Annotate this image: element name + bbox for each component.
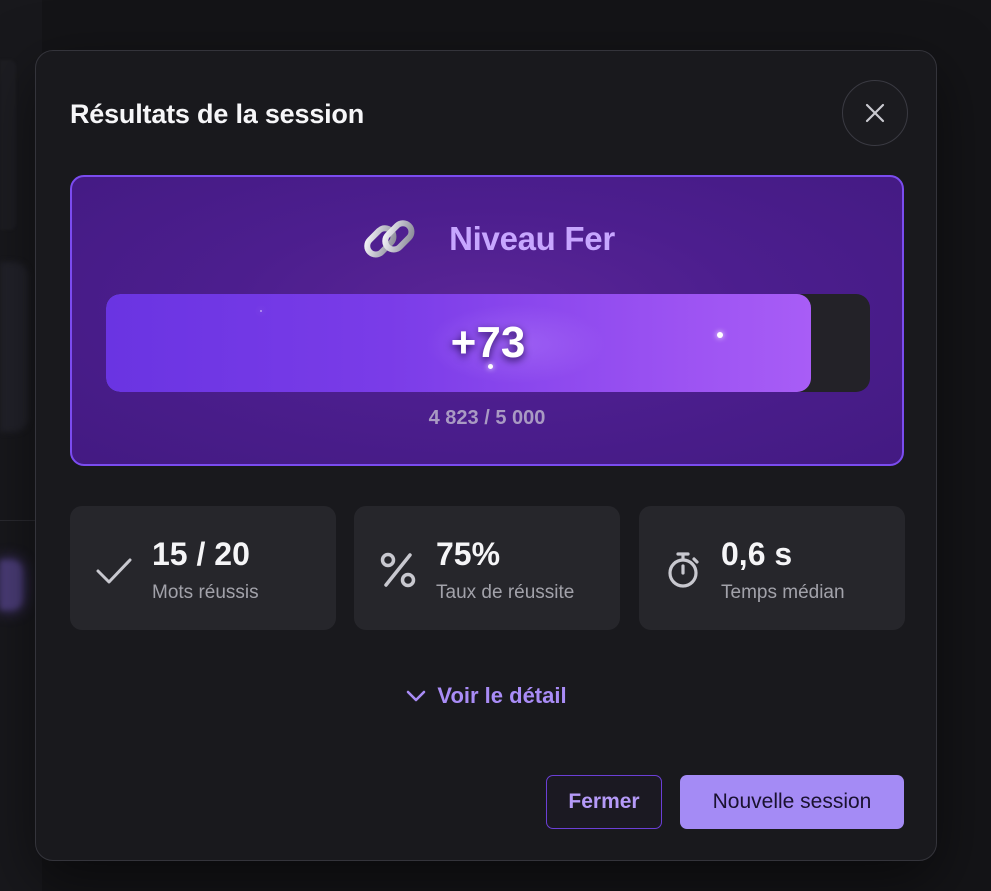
- level-name: Niveau Fer: [449, 220, 615, 257]
- background-panel: [0, 60, 16, 230]
- stat-words-succeeded: 15 / 20 Mots réussis: [70, 506, 336, 630]
- close-button[interactable]: [842, 80, 908, 146]
- modal-title: Résultats de la session: [70, 99, 365, 129]
- xp-gain: +73: [450, 318, 526, 367]
- percent-icon: [376, 548, 420, 592]
- level-progress-bar: +73: [106, 294, 870, 392]
- check-icon: [92, 548, 136, 592]
- close-icon: [865, 103, 885, 123]
- stat-median-time: 0,6 s Temps médian: [639, 506, 905, 630]
- chevron-down-icon: [407, 690, 426, 702]
- stat-label: Mots réussis: [152, 582, 259, 603]
- level-progress-text: 4 823 / 5 000: [428, 407, 546, 429]
- level-header: Niveau Fer: [72, 207, 902, 271]
- background-active-item: [0, 560, 22, 610]
- stat-value: 75%: [436, 536, 501, 572]
- session-results-modal: Résultats de la session Niveau Fer +73 4…: [35, 50, 937, 861]
- chain-link-icon: [364, 220, 415, 258]
- stat-value: 0,6 s: [721, 536, 793, 572]
- stat-label: Temps médian: [721, 582, 845, 603]
- show-details-label: Voir le détail: [437, 683, 567, 708]
- stat-value: 15 / 20: [152, 536, 250, 572]
- background-divider: [0, 520, 36, 521]
- stat-label: Taux de réussite: [436, 582, 575, 603]
- stopwatch-icon: [661, 548, 705, 592]
- close-modal-button[interactable]: Fermer: [546, 775, 662, 829]
- new-session-button[interactable]: Nouvelle session: [680, 775, 904, 829]
- level-card: Niveau Fer +73 4 823 / 5 000: [70, 175, 904, 466]
- show-details-toggle[interactable]: Voir le détail: [36, 681, 936, 711]
- background-card: [0, 262, 28, 432]
- stat-success-rate: 75% Taux de réussite: [354, 506, 620, 630]
